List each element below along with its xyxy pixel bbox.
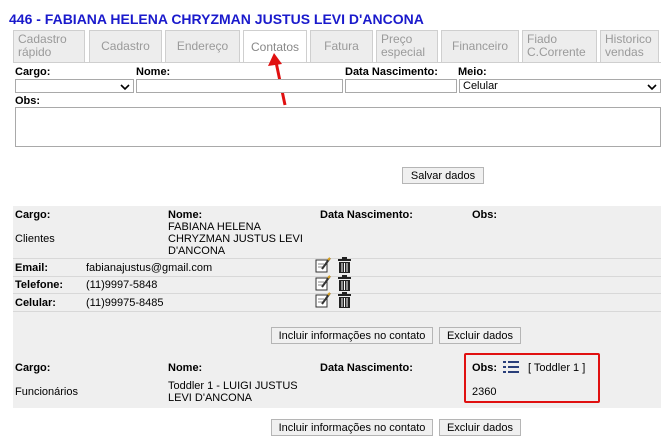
data-nascimento-input[interactable] [345, 79, 457, 93]
row-divider [13, 311, 661, 312]
tab-label: rápido [18, 45, 52, 59]
trash-icon[interactable] [337, 257, 352, 273]
cargo-label: Cargo: [15, 66, 51, 78]
contact-name-line: Toddler 1 - LUIGI JUSTUS [168, 380, 298, 392]
highlight-box [464, 353, 600, 403]
contact-name-line: FABIANA HELENA [168, 221, 261, 233]
tab-divider [13, 62, 661, 63]
edit-icon[interactable] [315, 275, 332, 291]
tab-endereco[interactable]: Endereço [165, 30, 240, 62]
page-title: 446 - FABIANA HELENA CHRYZMAN JUSTUS LEV… [9, 11, 424, 27]
cargo-select[interactable] [15, 79, 134, 93]
chevron-down-icon [120, 84, 130, 91]
data-nascimento-label: Data Nascimento: [320, 209, 413, 221]
delete-data-button[interactable]: Excluir dados [439, 327, 521, 344]
delete-data-button[interactable]: Excluir dados [439, 419, 521, 436]
contact-name-line: D'ANCONA [168, 245, 226, 257]
edit-icon[interactable] [315, 292, 332, 308]
celular-value: (11)99975-8485 [86, 297, 164, 309]
tab-label: Fatura [324, 39, 359, 53]
save-button[interactable]: Salvar dados [402, 167, 484, 184]
tab-label: Financeiro [451, 39, 509, 53]
trash-icon[interactable] [337, 275, 352, 291]
trash-icon[interactable] [337, 292, 352, 308]
contact-name-line: CHRYZMAN JUSTUS LEVI [168, 233, 303, 245]
tab-label: Endereço [176, 39, 229, 53]
cargo-label: Cargo: [15, 209, 51, 221]
tab-fatura[interactable]: Fatura [310, 30, 373, 62]
chevron-down-icon [647, 84, 657, 91]
tab-cadastro-rapido[interactable]: Cadastro rápido [13, 30, 85, 62]
email-label: Email: [15, 262, 49, 274]
tab-cadastro[interactable]: Cadastro [89, 30, 162, 62]
tab-preco-especial[interactable]: Preço especial [376, 30, 438, 62]
include-info-button[interactable]: Incluir informações no contato [271, 327, 433, 344]
nome-label: Nome: [168, 362, 203, 374]
nome-label: Nome: [136, 66, 171, 78]
telefone-label: Telefone: [15, 279, 64, 291]
tab-fiado-corrente[interactable]: Fiado C.Corrente [522, 30, 597, 62]
contact-name-line: LEVI D'ANCONA [168, 392, 253, 404]
obs-label: Obs: [472, 209, 498, 221]
meio-select[interactable]: Celular [459, 79, 661, 93]
meio-value: Celular [463, 80, 498, 92]
contact-cargo: Clientes [15, 233, 55, 245]
tab-financeiro[interactable]: Financeiro [441, 30, 519, 62]
email-value: fabianajustus@gmail.com [86, 262, 213, 274]
data-nascimento-label: Data Nascimento: [320, 362, 413, 374]
include-info-button[interactable]: Incluir informações no contato [271, 419, 433, 436]
contact-cargo: Funcionários [15, 386, 78, 398]
edit-icon[interactable] [315, 257, 332, 273]
cargo-label: Cargo: [15, 362, 51, 374]
tab-historico-vendas[interactable]: Historico vendas [600, 30, 659, 62]
tab-label: especial [381, 45, 426, 59]
nome-label: Nome: [168, 209, 203, 221]
nome-input[interactable] [136, 79, 343, 93]
telefone-value: (11)9997-5848 [86, 279, 158, 291]
tab-label: vendas [605, 45, 644, 59]
tab-label: Cadastro [101, 39, 150, 53]
meio-label: Meio: [458, 66, 487, 78]
celular-label: Celular: [15, 297, 56, 309]
data-nascimento-label: Data Nascimento: [345, 66, 438, 78]
tab-label: C.Corrente [527, 45, 586, 59]
obs-textarea[interactable] [15, 107, 661, 147]
obs-label: Obs: [15, 95, 41, 107]
